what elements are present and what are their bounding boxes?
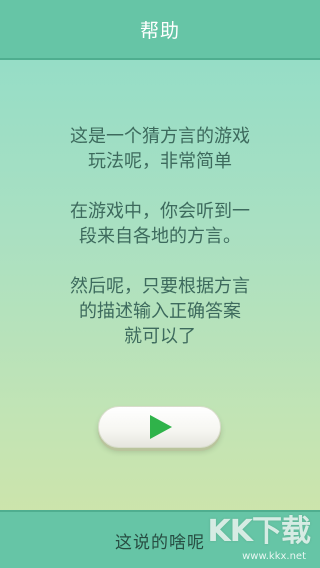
help-line: 就可以了 (124, 326, 196, 347)
help-line: 在游戏中，你会听到一 (70, 201, 250, 222)
help-screen: 帮助 这是一个猜方言的游戏 玩法呢，非常简单 在游戏中，你会听到一 段来自各地的… (0, 0, 320, 568)
footer-label: 这说的啥呢 (115, 532, 205, 553)
play-icon (149, 415, 172, 439)
help-paragraph-1: 这是一个猜方言的游戏 玩法呢，非常简单 (0, 124, 320, 174)
page-title: 帮助 (139, 19, 180, 42)
play-button[interactable] (98, 406, 221, 448)
help-line: 玩法呢，非常简单 (88, 151, 232, 172)
help-line: 段来自各地的方言。 (79, 226, 241, 247)
help-text: 这是一个猜方言的游戏 玩法呢，非常简单 在游戏中，你会听到一 段来自各地的方言。… (0, 124, 320, 374)
footer-bar[interactable]: 这说的啥呢 (0, 510, 320, 568)
help-line: 的描述输入正确答案 (79, 301, 241, 322)
help-line: 然后呢，只要根据方言 (70, 276, 250, 297)
help-paragraph-2: 在游戏中，你会听到一 段来自各地的方言。 (0, 199, 320, 249)
header-bar: 帮助 (0, 0, 320, 60)
help-line: 这是一个猜方言的游戏 (70, 126, 250, 147)
help-paragraph-3: 然后呢，只要根据方言 的描述输入正确答案 就可以了 (0, 274, 320, 349)
